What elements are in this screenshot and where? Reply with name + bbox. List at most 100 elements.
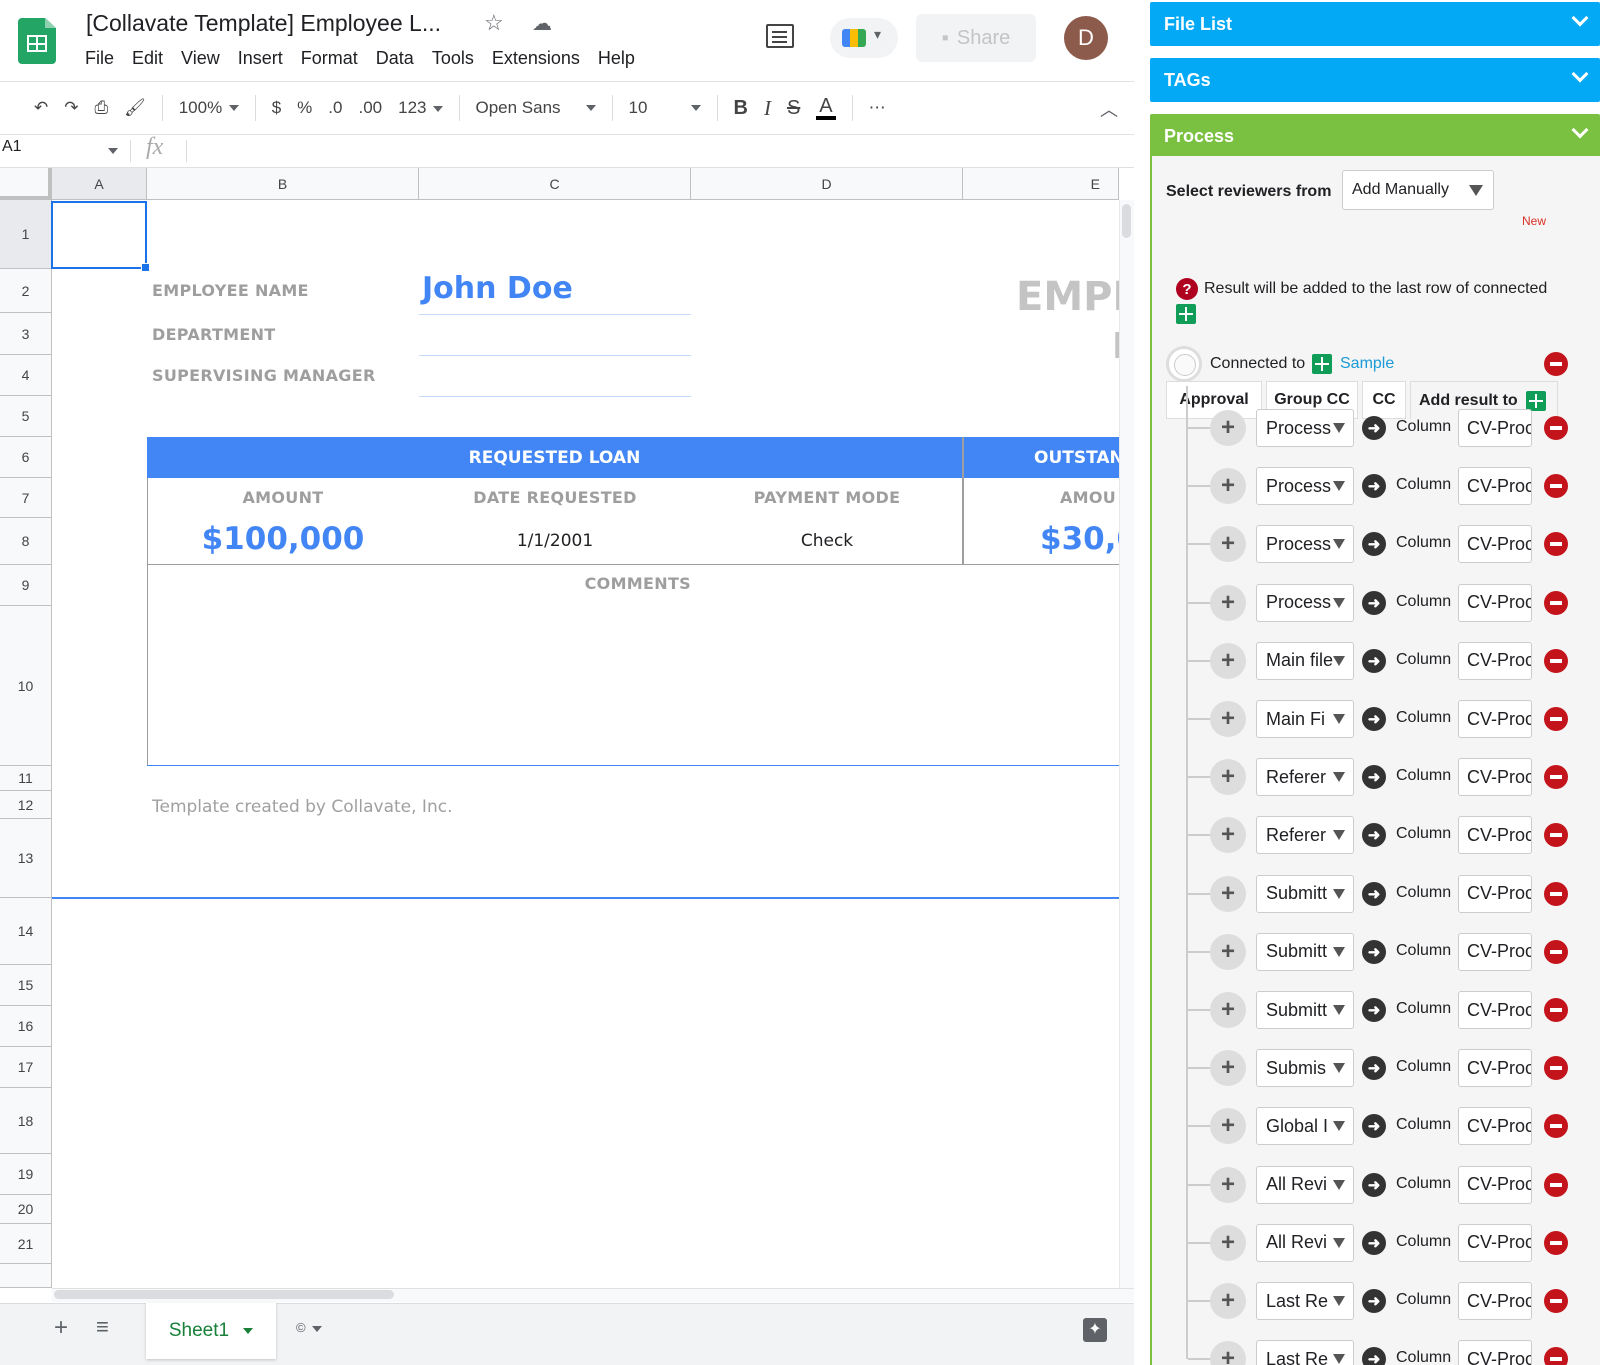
text-color-button[interactable]: A [816, 96, 836, 120]
redo-icon[interactable]: ↷ [64, 98, 78, 118]
row-header[interactable]: 2 [0, 269, 52, 313]
increase-decimal-button[interactable]: .00 [358, 98, 382, 118]
column-header-d[interactable]: D [691, 168, 963, 200]
column-input[interactable]: CV-Proc [1458, 758, 1532, 797]
add-mapping-icon[interactable]: + [1210, 410, 1246, 446]
process-section[interactable]: Process [1150, 114, 1600, 158]
more-options-button[interactable]: ⋯ [869, 98, 886, 118]
share-button[interactable]: ▪ Share [916, 14, 1036, 62]
menu-data[interactable]: Data [367, 48, 423, 69]
remove-mapping-icon[interactable] [1544, 474, 1568, 499]
add-sheet-button[interactable]: + [54, 1314, 68, 1342]
field-select[interactable]: Process [1256, 583, 1354, 622]
remove-mapping-icon[interactable] [1544, 1114, 1568, 1139]
row-header[interactable]: 3 [0, 313, 52, 355]
field-select[interactable]: Referer [1256, 758, 1354, 797]
percent-format-button[interactable]: % [297, 98, 312, 118]
menu-file[interactable]: File [76, 48, 123, 69]
disconnect-icon[interactable] [1544, 352, 1568, 376]
row-header[interactable]: 7 [0, 478, 52, 518]
field-select[interactable]: Process [1256, 467, 1354, 506]
row-header[interactable]: 11 [0, 766, 52, 791]
row-header[interactable]: 16 [0, 1006, 52, 1047]
add-mapping-icon[interactable]: + [1210, 817, 1246, 854]
field-select[interactable]: Referer [1256, 816, 1354, 855]
all-sheets-button[interactable]: ≡ [96, 1314, 109, 1340]
remove-mapping-icon[interactable] [1544, 1230, 1568, 1255]
zoom-select[interactable]: 100% [179, 98, 239, 118]
add-mapping-icon[interactable]: + [1210, 526, 1246, 563]
remove-mapping-icon[interactable] [1544, 881, 1568, 906]
vertical-scrollbar[interactable] [1119, 200, 1134, 1288]
column-input[interactable]: CV-Proc [1458, 409, 1532, 447]
row-header[interactable]: 19 [0, 1154, 52, 1195]
more-formats-button[interactable]: 123 [398, 98, 443, 118]
row-header[interactable]: 1 [0, 200, 52, 269]
remove-mapping-icon[interactable] [1544, 1347, 1568, 1365]
help-icon[interactable]: ? [1176, 278, 1198, 300]
reviewers-source-select[interactable]: Add Manually [1342, 170, 1494, 210]
column-input[interactable]: CV-Proc [1458, 1049, 1532, 1088]
add-mapping-icon[interactable]: + [1210, 468, 1246, 505]
field-select[interactable]: Process [1256, 525, 1354, 564]
bold-button[interactable]: B [734, 97, 748, 120]
remove-mapping-icon[interactable] [1544, 532, 1568, 557]
menu-edit[interactable]: Edit [123, 48, 172, 69]
row-header[interactable]: 18 [0, 1088, 52, 1154]
row-header[interactable]: 4 [0, 355, 52, 396]
column-header-c[interactable]: C [419, 168, 691, 200]
column-input[interactable]: CV-Proc [1458, 583, 1532, 622]
field-select[interactable]: All Revi [1256, 1223, 1354, 1262]
column-input[interactable]: CV-Proc [1458, 641, 1532, 680]
column-input[interactable]: CV-Proc [1458, 525, 1532, 564]
file-list-section[interactable]: File List [1150, 2, 1600, 46]
vertical-scroll-thumb[interactable] [1122, 204, 1131, 238]
connected-sheet-link[interactable]: Sample [1340, 355, 1394, 373]
menu-tools[interactable]: Tools [423, 48, 483, 69]
field-select[interactable]: Last Re [1256, 1282, 1354, 1320]
column-input[interactable]: CV-Proc [1458, 1340, 1532, 1365]
remove-mapping-icon[interactable] [1544, 939, 1568, 964]
remove-mapping-icon[interactable] [1544, 707, 1568, 731]
field-select[interactable]: Global I [1256, 1107, 1354, 1146]
font-size-select[interactable]: 10 [629, 98, 701, 118]
add-mapping-icon[interactable]: + [1210, 1166, 1246, 1203]
add-mapping-icon[interactable]: + [1210, 1108, 1246, 1145]
add-mapping-icon[interactable]: + [1210, 1224, 1246, 1261]
add-mapping-icon[interactable]: + [1210, 1341, 1246, 1365]
star-icon[interactable]: ☆ [484, 10, 504, 36]
cloud-status-icon[interactable]: ☁ [532, 11, 552, 36]
column-input[interactable]: CV-Proc [1458, 932, 1532, 971]
column-input[interactable]: CV-Proc [1458, 700, 1532, 738]
remove-mapping-icon[interactable] [1544, 998, 1568, 1022]
remove-mapping-icon[interactable] [1544, 648, 1568, 673]
add-mapping-icon[interactable]: + [1210, 875, 1246, 912]
sheets-logo-icon[interactable] [18, 18, 56, 64]
column-input[interactable]: CV-Proc [1458, 1165, 1532, 1204]
row-header[interactable]: 6 [0, 437, 52, 478]
date-requested-value[interactable]: 1/1/2001 [419, 531, 691, 551]
field-select[interactable]: Submitt [1256, 991, 1354, 1029]
select-all-corner[interactable] [0, 168, 52, 200]
row-header[interactable]: 14 [0, 898, 52, 965]
horizontal-scroll-thumb[interactable] [54, 1290, 394, 1299]
menu-extensions[interactable]: Extensions [483, 48, 589, 69]
row-header[interactable]: 10 [0, 606, 52, 766]
currency-format-button[interactable]: $ [272, 98, 281, 118]
print-icon[interactable]: ⎙ [95, 98, 109, 118]
remove-mapping-icon[interactable] [1544, 823, 1568, 848]
tags-section[interactable]: TAGs [1150, 58, 1600, 102]
remove-mapping-icon[interactable] [1544, 590, 1568, 615]
column-header-a[interactable]: A [52, 168, 147, 200]
add-mapping-icon[interactable]: + [1210, 1283, 1246, 1319]
field-select[interactable]: All Revi [1256, 1165, 1354, 1204]
field-select[interactable]: Submitt [1256, 932, 1354, 971]
employee-name-value[interactable]: John Doe [422, 271, 573, 306]
font-select[interactable]: Open Sans [476, 98, 596, 118]
tab-cc[interactable]: CC [1362, 381, 1406, 419]
column-header-b[interactable]: B [147, 168, 419, 200]
tab-approval[interactable]: Approval [1166, 381, 1262, 419]
add-mapping-icon[interactable]: + [1210, 1050, 1246, 1087]
menu-insert[interactable]: Insert [229, 48, 292, 69]
field-select[interactable]: Submis [1256, 1049, 1354, 1088]
